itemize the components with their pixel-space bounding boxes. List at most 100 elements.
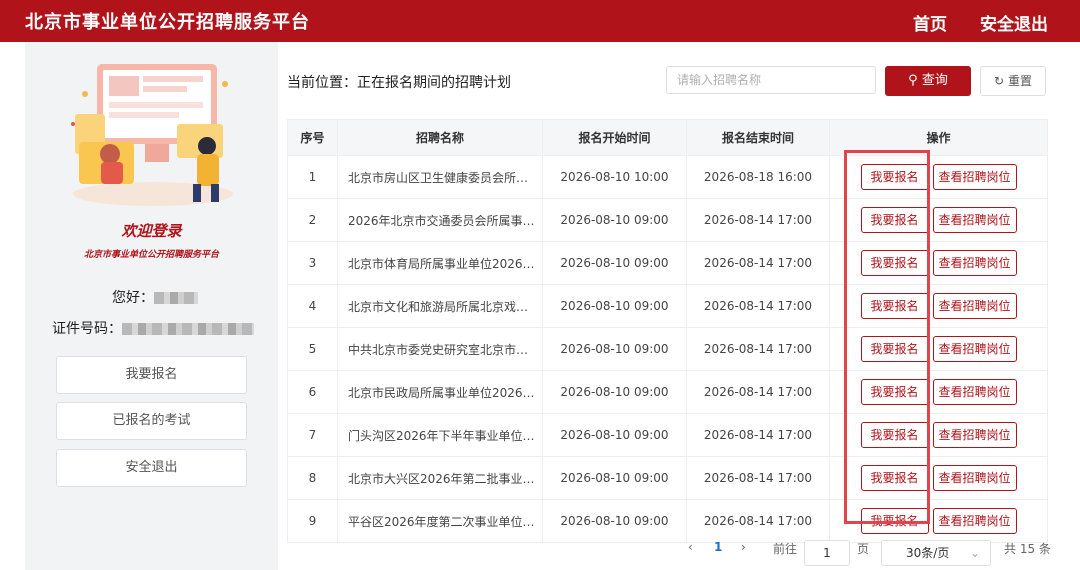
apply-button[interactable]: 我要报名	[860, 379, 929, 405]
table-row: 4 北京市文化和旅游局所属北京戏… 2026-08-10 09:00 2026-08-…	[287, 284, 1048, 328]
cell-start-time: 2026-08-10 09:00	[542, 327, 687, 371]
sidebar: 欢迎登录 北京市事业单位公开招聘服务平台 您好： 证件号码： 我要报名 已报名的…	[25, 42, 278, 570]
greeting: 您好：	[112, 287, 198, 307]
sidebar-item-registered-exams[interactable]: 已报名的考试	[56, 402, 247, 440]
cell-actions: 我要报名 查看招聘岗位	[829, 198, 1048, 242]
cell-name: 中共北京市委党史研究室北京市…	[337, 327, 543, 371]
prev-page-button[interactable]: ‹	[688, 540, 693, 554]
recruitment-table: 序号 招聘名称 报名开始时间 报名结束时间 操作 1 北京市房山区卫生健康委员会所…	[287, 119, 1048, 543]
cell-actions: 我要报名 查看招聘岗位	[829, 284, 1048, 328]
reset-button[interactable]: ↻ 重置	[980, 66, 1046, 96]
cell-start-time: 2026-08-10 09:00	[542, 370, 687, 414]
cell-start-time: 2026-08-10 10:00	[542, 155, 687, 199]
cell-actions: 我要报名 查看招聘岗位	[829, 327, 1048, 371]
cell-actions: 我要报名 查看招聘岗位	[829, 413, 1048, 457]
apply-button[interactable]: 我要报名	[860, 250, 929, 276]
top-navbar: 北京市事业单位公开招聘服务平台 首页 安全退出	[0, 0, 1080, 42]
col-header-end: 报名结束时间	[686, 119, 830, 156]
breadcrumb: 当前位置：正在报名期间的招聘计划	[287, 75, 511, 91]
view-positions-button[interactable]: 查看招聘岗位	[932, 293, 1017, 319]
cell-actions: 我要报名 查看招聘岗位	[829, 155, 1048, 199]
cell-end-time: 2026-08-14 17:00	[686, 327, 830, 371]
page-number-current[interactable]: 1	[714, 540, 722, 554]
cell-start-time: 2026-08-10 09:00	[542, 499, 687, 543]
refresh-icon: ↻	[994, 74, 1005, 88]
apply-button[interactable]: 我要报名	[860, 164, 929, 190]
page-size-select[interactable]: 30条/页 ⌄	[881, 540, 991, 566]
id-number-label: 证件号码：	[52, 321, 122, 337]
view-positions-button[interactable]: 查看招聘岗位	[932, 207, 1017, 233]
cell-actions: 我要报名 查看招聘岗位	[829, 241, 1048, 285]
view-positions-button[interactable]: 查看招聘岗位	[932, 379, 1017, 405]
site-title: 北京市事业单位公开招聘服务平台	[25, 12, 310, 33]
apply-button[interactable]: 我要报名	[860, 508, 929, 534]
page-size-value: 30条/页	[906, 546, 950, 560]
cell-end-time: 2026-08-14 17:00	[686, 198, 830, 242]
cell-no: 5	[287, 327, 338, 371]
cell-start-time: 2026-08-10 09:00	[542, 413, 687, 457]
cell-no: 1	[287, 155, 338, 199]
table-row: 2 2026年北京市交通委员会所属事… 2026-08-10 09:00 2026-0…	[287, 198, 1048, 242]
cell-no: 9	[287, 499, 338, 543]
apply-button[interactable]: 我要报名	[860, 293, 929, 319]
view-positions-button[interactable]: 查看招聘岗位	[932, 164, 1017, 190]
platform-subtitle: 北京市事业单位公开招聘服务平台	[83, 250, 219, 260]
redacted-id-number	[122, 323, 254, 335]
col-header-no: 序号	[287, 119, 338, 156]
cell-end-time: 2026-08-14 17:00	[686, 241, 830, 285]
cell-name: 平谷区2026年度第二次事业单位…	[337, 499, 543, 543]
table-row: 8 北京市大兴区2026年第二批事业… 2026-08-10 09:00 2026-0…	[287, 456, 1048, 500]
cell-name: 北京市体育局所属事业单位2026…	[337, 241, 543, 285]
page-jump-input[interactable]: 1	[804, 540, 850, 566]
reset-button-label: 重置	[1007, 74, 1032, 88]
cell-name: 北京市文化和旅游局所属北京戏…	[337, 284, 543, 328]
col-header-actions: 操作	[829, 119, 1048, 156]
next-page-button[interactable]: ›	[741, 540, 746, 554]
sidebar-item-apply[interactable]: 我要报名	[56, 356, 247, 394]
apply-button[interactable]: 我要报名	[860, 422, 929, 448]
cell-name: 2026年北京市交通委员会所属事…	[337, 198, 543, 242]
view-positions-button[interactable]: 查看招聘岗位	[932, 508, 1017, 534]
apply-button[interactable]: 我要报名	[860, 336, 929, 362]
cell-start-time: 2026-08-10 09:00	[542, 284, 687, 328]
cell-end-time: 2026-08-14 17:00	[686, 370, 830, 414]
table-row: 7 门头沟区2026年下半年事业单位… 2026-08-10 09:00 2026-0…	[287, 413, 1048, 457]
nav-logout-link[interactable]: 安全退出	[980, 10, 1048, 35]
cell-no: 8	[287, 456, 338, 500]
cell-actions: 我要报名 查看招聘岗位	[829, 370, 1048, 414]
table-row: 9 平谷区2026年度第二次事业单位… 2026-08-10 09:00 2026-0…	[287, 499, 1048, 543]
table-header: 序号 招聘名称 报名开始时间 报名结束时间 操作	[287, 119, 1048, 156]
chevron-down-icon: ⌄	[969, 546, 980, 560]
view-positions-button[interactable]: 查看招聘岗位	[932, 465, 1017, 491]
apply-button[interactable]: 我要报名	[860, 207, 929, 233]
cell-actions: 我要报名 查看招聘岗位	[829, 456, 1048, 500]
table-row: 3 北京市体育局所属事业单位2026… 2026-08-10 09:00 2026-0…	[287, 241, 1048, 285]
cell-end-time: 2026-08-18 16:00	[686, 155, 830, 199]
search-input[interactable]	[666, 66, 876, 94]
cell-no: 4	[287, 284, 338, 328]
id-number: 证件号码：	[52, 318, 254, 338]
cell-no: 2	[287, 198, 338, 242]
page-unit-label: 页	[857, 542, 870, 556]
cell-end-time: 2026-08-14 17:00	[686, 499, 830, 543]
welcome-heading: 欢迎登录	[121, 222, 182, 240]
welcome-illustration	[71, 64, 233, 206]
view-positions-button[interactable]: 查看招聘岗位	[932, 336, 1017, 362]
cell-name: 北京市房山区卫生健康委员会所…	[337, 155, 543, 199]
sidebar-item-logout[interactable]: 安全退出	[56, 449, 247, 487]
cell-no: 3	[287, 241, 338, 285]
cell-start-time: 2026-08-10 09:00	[542, 456, 687, 500]
table-row: 1 北京市房山区卫生健康委员会所… 2026-08-10 10:00 2026-08-…	[287, 155, 1048, 199]
cell-end-time: 2026-08-14 17:00	[686, 284, 830, 328]
apply-button[interactable]: 我要报名	[860, 465, 929, 491]
query-button[interactable]: ⚲ 查询	[885, 66, 971, 96]
nav-home-link[interactable]: 首页	[913, 10, 947, 35]
cell-end-time: 2026-08-14 17:00	[686, 456, 830, 500]
cell-name: 门头沟区2026年下半年事业单位…	[337, 413, 543, 457]
query-button-label: 查询	[921, 73, 948, 88]
view-positions-button[interactable]: 查看招聘岗位	[932, 250, 1017, 276]
greeting-label: 您好：	[112, 290, 154, 306]
cell-actions: 我要报名 查看招聘岗位	[829, 499, 1048, 543]
cell-name: 北京市民政局所属事业单位2026…	[337, 370, 543, 414]
view-positions-button[interactable]: 查看招聘岗位	[932, 422, 1017, 448]
